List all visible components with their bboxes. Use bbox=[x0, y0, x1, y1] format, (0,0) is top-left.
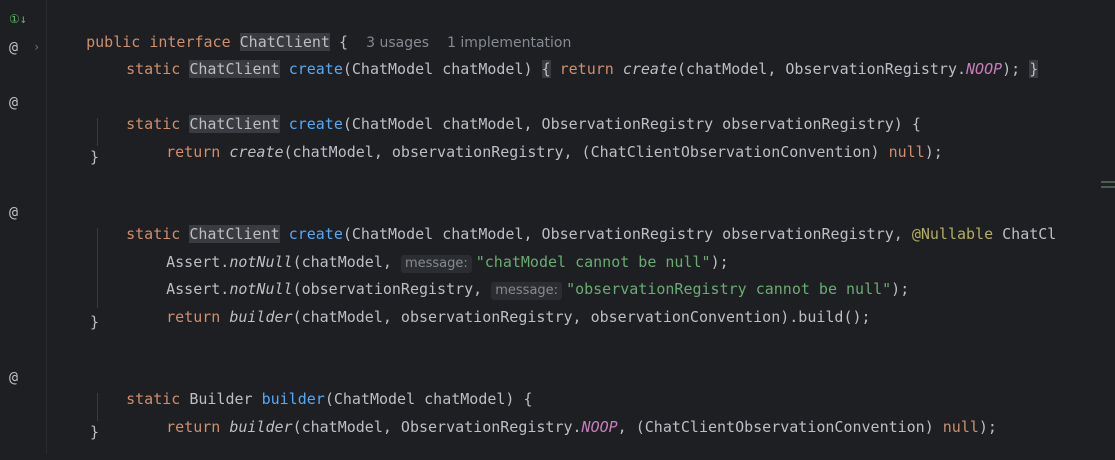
code-editor[interactable]: public interface ChatClient { 3 usages 1… bbox=[47, 0, 1115, 454]
override-gutter-icon[interactable]: @ bbox=[9, 202, 18, 222]
code-line: } bbox=[90, 313, 100, 331]
code-line: static Builder builder(ChatModel chatMod… bbox=[126, 390, 533, 408]
scrollbar-marker[interactable] bbox=[1101, 181, 1115, 183]
code-line: return builder(chatModel, observationReg… bbox=[166, 308, 871, 326]
override-gutter-icon[interactable]: @ bbox=[9, 37, 18, 57]
override-gutter-icon[interactable]: @ bbox=[9, 367, 18, 387]
scrollbar-marker[interactable] bbox=[1101, 186, 1115, 188]
code-line: static ChatClient create(ChatModel chatM… bbox=[126, 60, 1039, 78]
folded-brace: { bbox=[541, 60, 551, 78]
code-line: static ChatClient create(ChatModel chatM… bbox=[126, 225, 1057, 243]
code-line: static ChatClient create(ChatModel chatM… bbox=[126, 115, 921, 133]
code-line: Assert.notNull(observationRegistry, mess… bbox=[166, 280, 910, 300]
folded-brace: } bbox=[1029, 60, 1039, 78]
code-line: } bbox=[90, 148, 100, 166]
code-line: public interface ChatClient { 3 usages 1… bbox=[86, 33, 572, 51]
code-line: return create(chatModel, observationRegi… bbox=[166, 143, 943, 161]
code-line: } bbox=[90, 423, 100, 441]
code-line: return builder(chatModel, ObservationReg… bbox=[166, 418, 997, 436]
implementation-gutter-icon[interactable]: ①↓ bbox=[9, 9, 27, 29]
code-line: Assert.notNull(chatModel, message: "chatM… bbox=[166, 253, 729, 273]
override-gutter-icon[interactable]: @ bbox=[9, 92, 18, 112]
editor-gutter: ①↓ @ › @ @ @ bbox=[0, 0, 47, 454]
fold-chevron-icon[interactable]: › bbox=[33, 37, 40, 57]
